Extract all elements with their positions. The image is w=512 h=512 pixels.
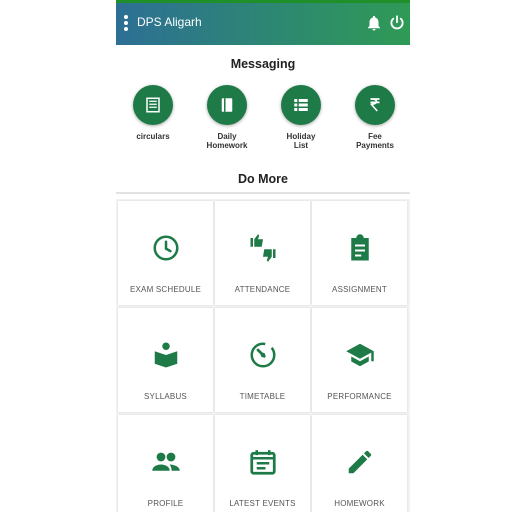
tile-performance[interactable]: PERFORMANCE [312, 308, 407, 412]
tile-profile[interactable]: PROFILE [118, 415, 213, 512]
tile-label: LATEST EVENTS [229, 499, 296, 508]
msg-label: Daily Homework [206, 132, 248, 150]
menu-kebab-icon[interactable] [124, 15, 130, 33]
tile-latest-events[interactable]: LATEST EVENTS [215, 415, 310, 512]
bell-icon[interactable] [365, 14, 383, 32]
daily-homework-button[interactable]: Daily Homework [194, 85, 260, 150]
newspaper-icon [133, 85, 173, 125]
tile-syllabus[interactable]: SYLLABUS [118, 308, 213, 412]
clock-icon [153, 235, 179, 261]
features-grid: EXAM SCHEDULE ATTENDANCE ASSIGNMENT SYLL… [116, 199, 410, 512]
circulars-button[interactable]: circulars [120, 85, 186, 141]
tile-exam-schedule[interactable]: EXAM SCHEDULE [118, 201, 213, 305]
msg-label: circulars [136, 132, 170, 141]
pencil-icon [348, 450, 372, 474]
do-more-heading: Do More [238, 172, 288, 186]
app-bar: DPS Aligarh [116, 0, 410, 45]
tile-label: HOMEWORK [334, 499, 385, 508]
book-icon [207, 85, 247, 125]
power-icon[interactable] [388, 14, 406, 32]
tile-label: TIMETABLE [239, 392, 286, 401]
fee-payments-button[interactable]: Fee Payments [342, 85, 408, 150]
tile-homework[interactable]: HOMEWORK [312, 415, 407, 512]
messaging-heading: Messaging [230, 57, 296, 71]
holiday-list-button[interactable]: Holiday List [268, 85, 334, 150]
rupee-icon [355, 85, 395, 125]
clipboard-icon [351, 234, 369, 261]
tile-attendance[interactable]: ATTENDANCE [215, 201, 310, 305]
calendar-icon [250, 450, 276, 475]
tile-label: PROFILE [147, 499, 184, 508]
tile-label: SYLLABUS [144, 392, 187, 401]
divider [116, 192, 410, 194]
tile-assignment[interactable]: ASSIGNMENT [312, 201, 407, 305]
app-title: DPS Aligarh [137, 15, 202, 29]
list-icon [281, 85, 321, 125]
tile-label: PERFORMANCE [327, 392, 392, 401]
app-screen: DPS Aligarh Messaging circulars Daily Ho… [116, 0, 410, 512]
timer-icon [250, 342, 276, 368]
msg-label: Fee Payments [356, 132, 394, 150]
graduation-cap-icon [346, 343, 374, 367]
tile-label: EXAM SCHEDULE [129, 285, 202, 294]
people-icon [152, 452, 180, 471]
thumbs-icon [250, 234, 276, 262]
reading-book-icon [154, 342, 178, 368]
tile-label: ASSIGNMENT [332, 285, 387, 294]
tile-label: ATTENDANCE [234, 285, 291, 294]
msg-label: Holiday List [286, 132, 316, 150]
tile-timetable[interactable]: TIMETABLE [215, 308, 310, 412]
